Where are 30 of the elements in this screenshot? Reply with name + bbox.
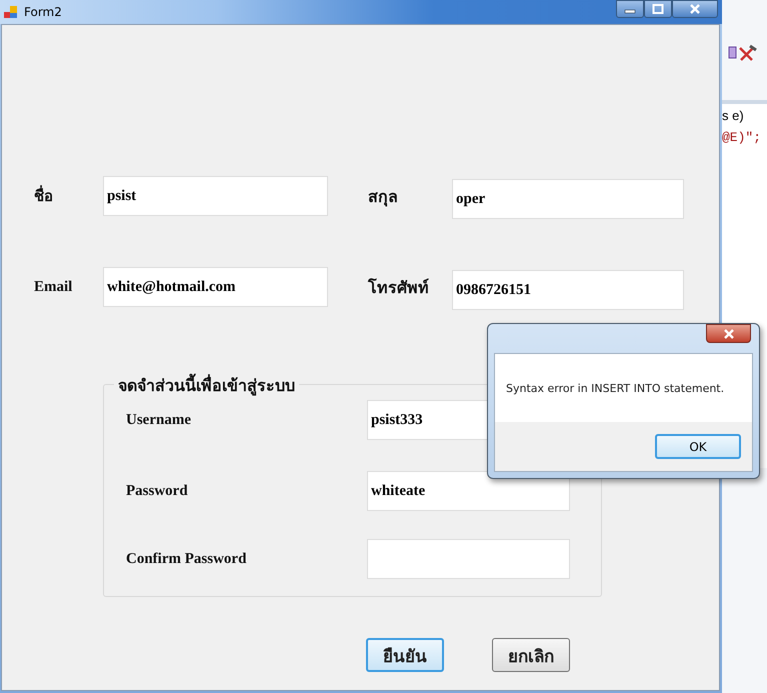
text-field[interactable]: psist — [103, 176, 328, 216]
toolbar-tools-icon[interactable] — [728, 44, 758, 62]
ok-button[interactable]: OK — [655, 434, 741, 459]
close-icon — [689, 4, 701, 14]
text-field[interactable] — [367, 539, 570, 579]
field-label: สกุล — [367, 188, 399, 208]
text-field[interactable]: 0986726151 — [452, 270, 684, 310]
form-button[interactable]: ยกเลิก — [492, 638, 570, 672]
text-field[interactable]: whiteate — [367, 471, 570, 511]
code-text: @E)"; — [722, 130, 762, 145]
text-field[interactable]: white@hotmail.com — [103, 267, 328, 307]
maximize-icon — [652, 4, 664, 14]
close-button[interactable] — [706, 324, 751, 343]
error-message: Syntax error in INSERT INTO statement. — [506, 382, 724, 394]
field-label: Password — [125, 482, 189, 500]
minimize-button[interactable] — [616, 0, 644, 18]
close-icon — [722, 328, 734, 338]
close-button[interactable] — [672, 0, 718, 18]
window-title: Form2 — [24, 5, 62, 19]
text-field[interactable]: oper — [452, 179, 684, 219]
form-button[interactable]: ยืนยัน — [366, 638, 444, 672]
group-title: จดจำส่วนนี้เพื่อเข้าสู่ระบบ — [114, 373, 299, 398]
field-label: โทรศัพท์ — [366, 277, 430, 298]
app-icon — [4, 5, 18, 19]
field-label: Username — [125, 412, 192, 428]
maximize-button[interactable] — [644, 0, 672, 18]
code-text: s e) — [722, 108, 745, 123]
field-label: Confirm Password — [125, 550, 248, 568]
field-label: Email — [33, 278, 74, 296]
field-label: ชื่อ — [2, 184, 103, 208]
